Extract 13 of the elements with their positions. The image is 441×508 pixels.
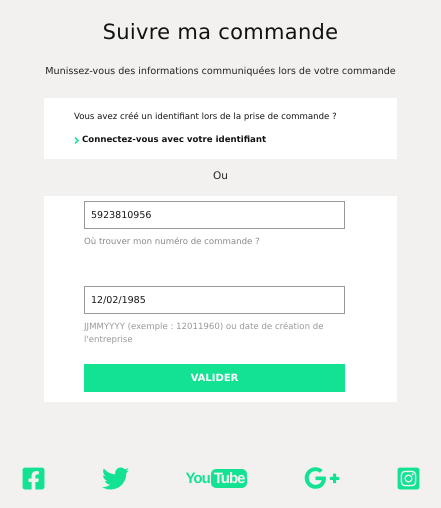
input-field[interactable]: 12/02/1985: [84, 286, 345, 314]
field-hint: JJMMYYYY (exemple : 12011960) ou date de création de l'entreprise: [84, 321, 324, 347]
camera-icon[interactable]: [396, 466, 421, 490]
page-title: Suivre ma commande: [102, 20, 338, 44]
subtitle: Munissez-vous des informations communiquées lors de votre commande: [45, 66, 396, 77]
or-separator: Ou: [213, 170, 228, 182]
chevron-icon: [74, 136, 79, 144]
bird-icon[interactable]: [102, 464, 130, 492]
input-field[interactable]: 5923810956: [84, 201, 345, 229]
login-link[interactable]: Connectez-vous avec votre identifiant: [82, 135, 266, 145]
help-link[interactable]: Où trouver mon numéro de commande ?: [84, 236, 345, 249]
login-question: Vous avez créé un identifiant lors de la prise de commande ?: [74, 112, 338, 122]
letter-f-icon[interactable]: [21, 466, 46, 490]
